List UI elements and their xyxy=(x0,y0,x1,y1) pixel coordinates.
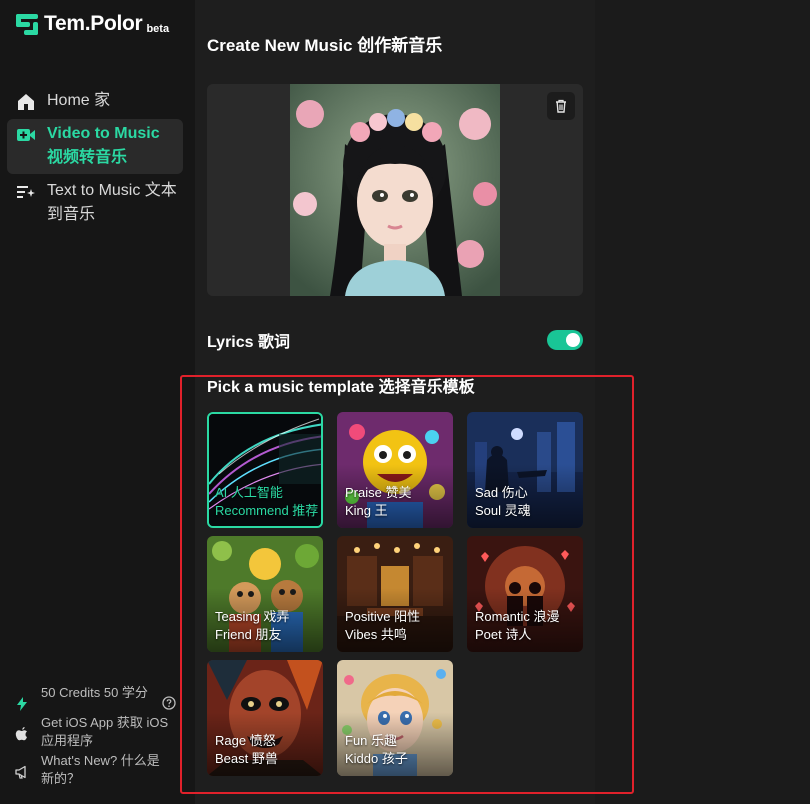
whats-new-link[interactable]: What's New? 什么是新的？ xyxy=(14,752,178,788)
help-icon[interactable] xyxy=(162,696,176,710)
credits-link[interactable]: 50 Credits 50 学分 xyxy=(14,684,178,712)
apple-icon xyxy=(15,727,27,741)
sidebar-item-label: Video to Music 视频转音乐 xyxy=(47,125,160,166)
whats-new-label: What's New? 什么是新的？ xyxy=(41,753,160,786)
template-label: Rage 愤怒 Beast 野兽 xyxy=(215,733,278,766)
video-preview-area[interactable] xyxy=(207,84,583,296)
right-pane xyxy=(595,0,810,804)
sidebar-item-video-to-music[interactable]: Video to Music 视频转音乐 xyxy=(7,119,183,174)
trash-icon xyxy=(556,99,566,113)
template-praise-king[interactable]: Praise 赞美 King 王 xyxy=(337,412,453,528)
template-romantic-poet[interactable]: Romantic 浪漫 Poet 诗人 xyxy=(467,536,583,652)
sidebar: Tem.Polor beta Home 家 Video to Music 视频转… xyxy=(0,0,195,804)
toggle-knob xyxy=(566,333,580,347)
template-fun-kiddo[interactable]: Fun 乐趣 Kiddo 孩子 xyxy=(337,660,453,776)
beta-badge: beta xyxy=(146,23,170,35)
template-label: Fun 乐趣 Kiddo 孩子 xyxy=(345,733,408,766)
lightning-icon xyxy=(17,697,27,711)
ios-app-label: Get iOS App 获取 iOS 应用程序 xyxy=(41,715,169,748)
sidebar-item-text-to-music[interactable]: Text to Music 文本到音乐 xyxy=(7,176,183,231)
template-label: Teasing 戏弄 Friend 朋友 xyxy=(215,609,290,642)
lyrics-row: Lyrics 歌词 xyxy=(207,328,583,352)
home-icon xyxy=(18,94,34,110)
delete-button[interactable] xyxy=(547,92,575,120)
credits-label: 50 Credits 50 学分 xyxy=(41,685,148,700)
template-sad-soul[interactable]: Sad 伤心 Soul 灵魂 xyxy=(467,412,583,528)
template-label: Romantic 浪漫 Poet 诗人 xyxy=(475,609,560,642)
preview-image xyxy=(290,84,500,296)
lyrics-label: Lyrics 歌词 xyxy=(207,334,290,351)
lyrics-toggle[interactable] xyxy=(547,330,583,350)
ios-app-link[interactable]: Get iOS App 获取 iOS 应用程序 xyxy=(14,714,178,750)
sidebar-item-label: Text to Music 文本到音乐 xyxy=(47,182,177,223)
sidebar-item-home[interactable]: Home 家 xyxy=(7,86,183,117)
template-label: Sad 伤心 Soul 灵魂 xyxy=(475,485,531,518)
sidebar-nav: Home 家 Video to Music 视频转音乐 Text to Musi… xyxy=(7,86,183,233)
sidebar-item-label: Home 家 xyxy=(47,92,111,109)
main-panel: Create New Music 创作新音乐 Lyrics 歌词 Pick a … xyxy=(195,0,595,804)
template-label: Praise 赞美 King 王 xyxy=(345,485,412,518)
template-positive-vibes[interactable]: Positive 阳性 Vibes 共鸣 xyxy=(337,536,453,652)
template-label: Positive 阳性 Vibes 共鸣 xyxy=(345,609,421,642)
text-sparkle-icon xyxy=(17,186,35,198)
logo-icon xyxy=(16,14,38,36)
template-ai-recommend[interactable]: AI 人工智能 Recommend 推荐 xyxy=(207,412,323,528)
megaphone-icon xyxy=(15,765,26,779)
page-title: Create New Music 创作新音乐 xyxy=(207,36,443,55)
template-section-title: Pick a music template 选择音乐模板 xyxy=(207,379,475,396)
brand-name: Tem.Polor xyxy=(44,12,143,35)
brand-logo[interactable]: Tem.Polor beta xyxy=(16,12,169,36)
video-plus-icon xyxy=(17,129,35,141)
template-rage-beast[interactable]: Rage 愤怒 Beast 野兽 xyxy=(207,660,323,776)
template-label: AI 人工智能 Recommend 推荐 xyxy=(215,485,319,518)
template-teasing-friend[interactable]: Teasing 戏弄 Friend 朋友 xyxy=(207,536,323,652)
sidebar-footer: 50 Credits 50 学分 Get iOS App 获取 iOS 应用程序… xyxy=(14,684,178,790)
